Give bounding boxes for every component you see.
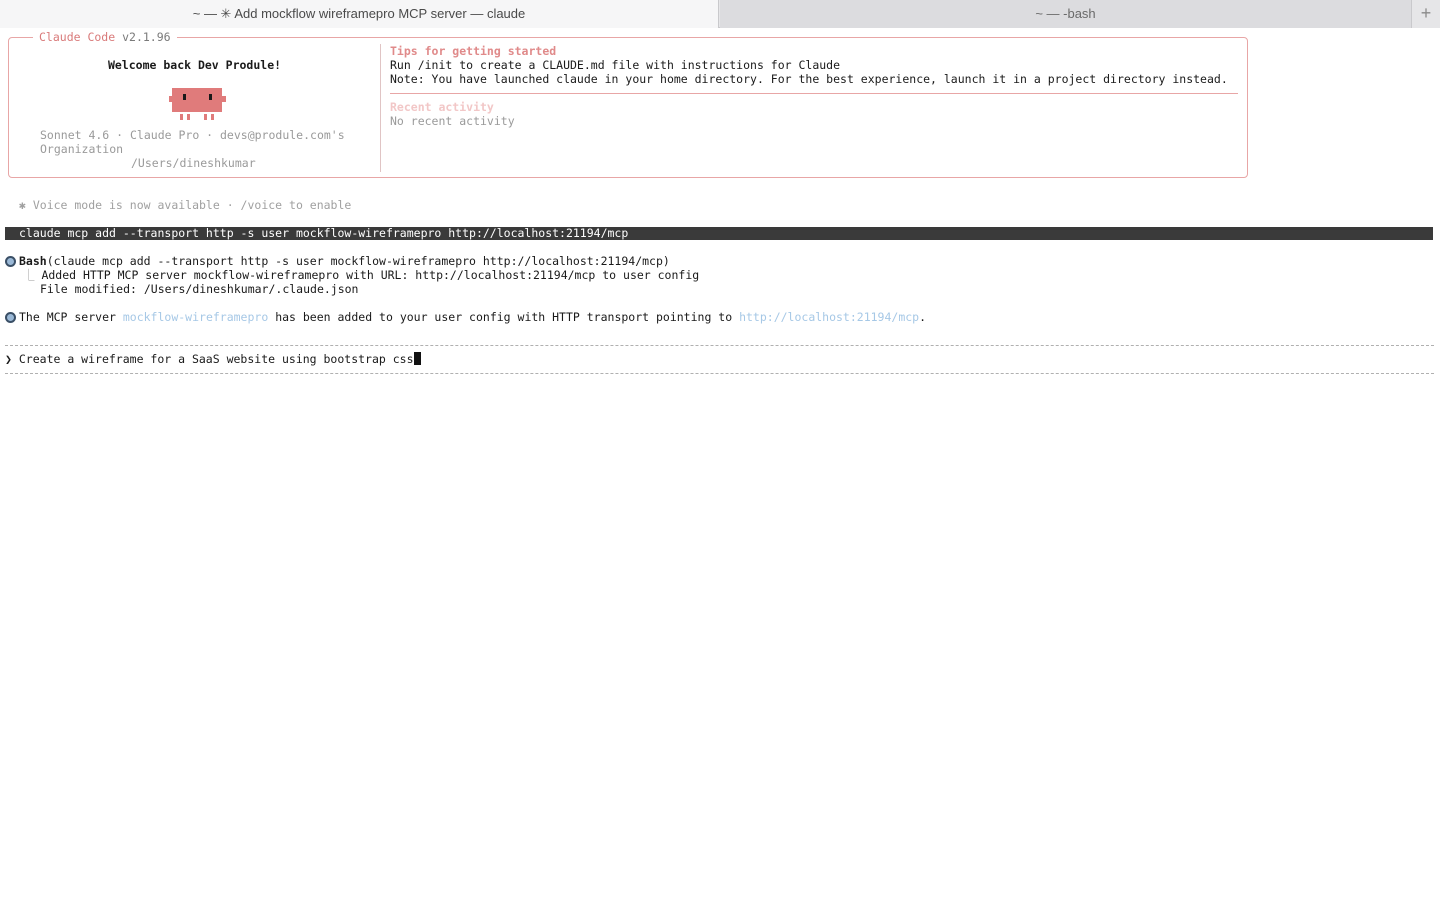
tips-divider bbox=[390, 93, 1238, 94]
prompt-input[interactable]: ❯ Create a wireframe for a SaaS website … bbox=[5, 352, 421, 366]
tool-result-file: File modified: /Users/dineshkumar/.claud… bbox=[40, 282, 359, 296]
model-info: Sonnet 4.6 · Claude Pro · devs@produle.c… bbox=[40, 128, 345, 142]
prompt-text[interactable]: Create a wireframe for a SaaS website us… bbox=[19, 352, 414, 366]
response-status-dot-icon bbox=[5, 312, 16, 323]
text-cursor bbox=[413, 352, 421, 365]
tool-name: Bash bbox=[19, 254, 47, 268]
server-name-link[interactable]: mockflow-wireframepro bbox=[123, 310, 268, 324]
tool-result-added: Added HTTP MCP server mockflow-wireframe… bbox=[41, 268, 700, 282]
org-info: Organization bbox=[40, 142, 124, 156]
tab-bar: ~ — ✳ Add mockflow wireframepro MCP serv… bbox=[0, 0, 1440, 28]
tips-title: Tips for getting started bbox=[390, 44, 557, 58]
welcome-greeting: Welcome back Dev Produle! bbox=[107, 58, 282, 72]
assistant-response: The MCP server mockflow-wireframepro has… bbox=[19, 310, 926, 324]
voice-mode-notice: ✱ Voice mode is now available · /voice t… bbox=[19, 198, 352, 212]
response-text-post: . bbox=[919, 310, 927, 324]
tab-claude-session[interactable]: ~ — ✳ Add mockflow wireframepro MCP serv… bbox=[0, 0, 719, 28]
welcome-panel: Claude Code v2.1.96 Welcome back Dev Pro… bbox=[8, 29, 1248, 178]
welcome-left-column: Welcome back Dev Produle! Sonnet 4.6 · C… bbox=[9, 38, 380, 176]
cwd-path: /Users/dineshkumar bbox=[131, 156, 256, 170]
response-text-pre: The MCP server bbox=[19, 310, 123, 324]
recent-activity-empty: No recent activity bbox=[390, 114, 515, 128]
tool-args: (claude mcp add --transport http -s user… bbox=[46, 254, 670, 268]
tool-result-line: ⎿ Added HTTP MCP server mockflow-wirefra… bbox=[23, 268, 699, 282]
prompt-bottom-separator bbox=[5, 373, 1434, 374]
tree-connector-icon: ⎿ bbox=[23, 268, 35, 282]
tip-note: Note: You have launched claude in your h… bbox=[390, 72, 1228, 86]
recent-activity-title: Recent activity bbox=[390, 100, 494, 114]
prompt-top-separator bbox=[5, 345, 1434, 346]
tab-bash[interactable]: ~ — -bash bbox=[720, 0, 1412, 28]
server-url-link[interactable]: http://localhost:21194/mcp bbox=[739, 310, 919, 324]
submitted-command: claude mcp add --transport http -s user … bbox=[5, 227, 1433, 240]
tool-call-line: Bash(claude mcp add --transport http -s … bbox=[19, 254, 670, 268]
panel-divider bbox=[380, 44, 381, 172]
prompt-arrow-icon: ❯ bbox=[5, 352, 12, 366]
tip-init: Run /init to create a CLAUDE.md file wit… bbox=[390, 58, 841, 72]
response-text-mid: has been added to your user config with … bbox=[268, 310, 740, 324]
tool-status-dot-icon bbox=[5, 256, 16, 267]
welcome-right-column: Tips for getting started Run /init to cr… bbox=[390, 38, 1240, 176]
new-tab-button[interactable]: + bbox=[1412, 0, 1440, 28]
claude-mascot-icon bbox=[169, 88, 226, 120]
